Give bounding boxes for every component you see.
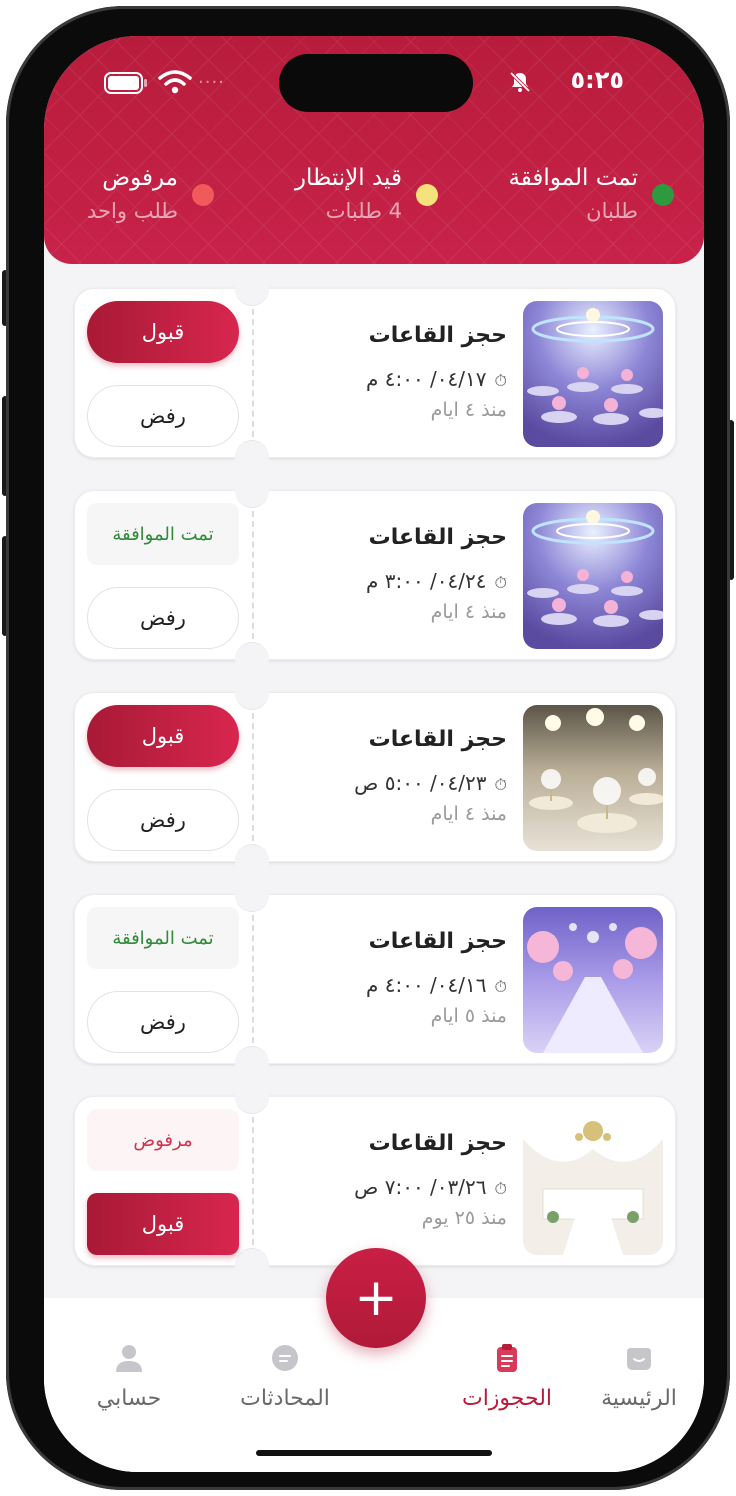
booking-card[interactable]: حجز القاعات ⏱ ٠٤/١٦/ ٤:٠٠ م منذ ٥ ايام تم… — [74, 877, 676, 1081]
stat-approved-count: طلبان — [586, 199, 638, 223]
booking-date-text: ٠٤/٢٤/ ٣:٠٠ م — [365, 569, 487, 593]
hall-thumbnail — [523, 705, 663, 851]
user-icon — [116, 1345, 142, 1372]
ticket-notch — [235, 877, 269, 912]
booking-date: ⏱ ٠٤/١٧/ ٤:٠٠ م — [366, 367, 507, 391]
chat-icon — [272, 1345, 298, 1371]
booking-card[interactable]: حجز القاعات ⏱ ٠٤/٢٤/ ٣:٠٠ م منذ ٤ ايام تم… — [74, 473, 676, 677]
bell-muted-icon — [509, 71, 531, 93]
booking-card[interactable]: حجز القاعات ⏱ ٠٤/١٧/ ٤:٠٠ م منذ ٤ ايام قب… — [74, 271, 676, 475]
dynamic-island — [279, 54, 473, 112]
status-time: ٥:٢٥ — [570, 66, 624, 94]
clipboard-icon — [497, 1344, 517, 1372]
timer-icon: ⏱ — [494, 1179, 507, 1198]
booking-title: حجز القاعات — [368, 929, 507, 954]
ticket-notch — [235, 473, 269, 508]
booking-ago: منذ ٥ ايام — [430, 1005, 507, 1027]
reject-button[interactable]: رفض — [87, 385, 239, 447]
status-badge-approved: تمت الموافقة — [87, 503, 239, 565]
ticket-notch — [235, 440, 269, 475]
tab-chats-label: المحادثات — [240, 1386, 330, 1411]
booking-ago: منذ ٤ ايام — [430, 399, 507, 421]
booking-date: ⏱ ٠٤/١٦/ ٤:٠٠ م — [366, 973, 507, 997]
ticket-notch — [235, 1046, 269, 1081]
ticket-divider — [252, 511, 254, 639]
timer-icon: ⏱ — [494, 573, 507, 592]
tab-chats[interactable]: المحادثات — [220, 1342, 350, 1411]
tab-bookings[interactable]: الحجوزات — [442, 1342, 572, 1411]
stat-approved: تمت الموافقة طلبان — [508, 162, 674, 228]
booking-title: حجز القاعات — [368, 1131, 507, 1156]
timer-icon: ⏱ — [494, 371, 507, 390]
reject-button[interactable]: رفض — [87, 991, 239, 1053]
home-indicator — [256, 1450, 492, 1456]
booking-title: حجز القاعات — [368, 525, 507, 550]
booking-date: ⏱ ٠٣/٢٦/ ٧:٠٠ ص — [354, 1175, 507, 1199]
timer-icon: ⏱ — [494, 977, 507, 996]
add-booking-button[interactable]: + — [326, 1248, 426, 1348]
reject-button[interactable]: رفض — [87, 587, 239, 649]
booking-ago: منذ ٤ ايام — [430, 601, 507, 623]
tab-home[interactable]: الرئيسية — [574, 1342, 704, 1411]
timer-icon: ⏱ — [494, 775, 507, 794]
ticket-divider — [252, 309, 254, 437]
ticket-divider — [252, 1117, 254, 1245]
booking-date-text: ٠٤/٢٣/ ٥:٠٠ ص — [354, 771, 487, 795]
booking-card[interactable]: حجز القاعات ⏱ ٠٤/٢٣/ ٥:٠٠ ص منذ ٤ ايام قب… — [74, 675, 676, 879]
phone-frame: ···· ٥:٢٥ تمت الموافقة طلبان قيد الإنتظا… — [6, 6, 730, 1490]
battery-icon — [104, 72, 147, 94]
hall-thumbnail — [523, 301, 663, 447]
ticket-divider — [252, 713, 254, 841]
booking-date-text: ٠٤/١٧/ ٤:٠٠ م — [365, 367, 487, 391]
ticket-notch — [235, 271, 269, 306]
reject-button[interactable]: رفض — [87, 789, 239, 851]
accept-button[interactable]: قبول — [87, 301, 239, 363]
booking-ago: منذ ٤ ايام — [430, 803, 507, 825]
tab-home-label: الرئيسية — [601, 1386, 677, 1411]
stat-rejected-count: طلب واحد — [87, 199, 178, 223]
tab-account-label: حسابي — [96, 1386, 162, 1411]
home-icon — [627, 1348, 651, 1370]
pending-dot-icon — [416, 184, 438, 206]
signal-dots: ···· — [198, 72, 225, 93]
ticket-notch — [235, 1248, 269, 1283]
stat-approved-title: تمت الموافقة — [508, 165, 638, 191]
stat-rejected: مرفوض طلب واحد — [87, 162, 214, 228]
booking-date: ⏱ ٠٤/٢٣/ ٥:٠٠ ص — [354, 771, 507, 795]
stat-pending-title: قيد الإنتظار — [294, 165, 402, 191]
ticket-notch — [235, 675, 269, 710]
ticket-divider — [252, 915, 254, 1043]
hall-thumbnail — [523, 907, 663, 1053]
booking-card[interactable]: حجز القاعات ⏱ ٠٣/٢٦/ ٧:٠٠ ص منذ ٢٥ يوم مر… — [74, 1079, 676, 1283]
booking-title: حجز القاعات — [368, 323, 507, 348]
ticket-notch — [235, 1079, 269, 1114]
approved-dot-icon — [652, 184, 674, 206]
booking-ago: منذ ٢٥ يوم — [421, 1207, 507, 1229]
status-badge-rejected: مرفوض — [87, 1109, 239, 1171]
hall-thumbnail — [523, 503, 663, 649]
accept-button[interactable]: قبول — [87, 705, 239, 767]
booking-date-text: ٠٣/٢٦/ ٧:٠٠ ص — [354, 1175, 487, 1199]
stat-rejected-title: مرفوض — [102, 165, 178, 191]
status-badge-approved: تمت الموافقة — [87, 907, 239, 969]
booking-date-text: ٠٤/١٦/ ٤:٠٠ م — [365, 973, 487, 997]
booking-date: ⏱ ٠٤/٢٤/ ٣:٠٠ م — [366, 569, 507, 593]
booking-title: حجز القاعات — [368, 727, 507, 752]
wifi-icon — [158, 70, 192, 94]
accept-button[interactable]: قبول — [87, 1193, 239, 1255]
rejected-dot-icon — [192, 184, 214, 206]
ticket-notch — [235, 844, 269, 879]
stat-pending: قيد الإنتظار 4 طلبات — [294, 162, 438, 228]
summary-header: ···· ٥:٢٥ تمت الموافقة طلبان قيد الإنتظا… — [44, 36, 704, 264]
stat-pending-count: 4 طلبات — [325, 199, 402, 223]
hall-thumbnail — [523, 1109, 663, 1255]
screen: ···· ٥:٢٥ تمت الموافقة طلبان قيد الإنتظا… — [44, 36, 704, 1472]
ticket-notch — [235, 642, 269, 677]
tab-bookings-label: الحجوزات — [461, 1386, 553, 1411]
tab-account[interactable]: حسابي — [64, 1342, 194, 1411]
